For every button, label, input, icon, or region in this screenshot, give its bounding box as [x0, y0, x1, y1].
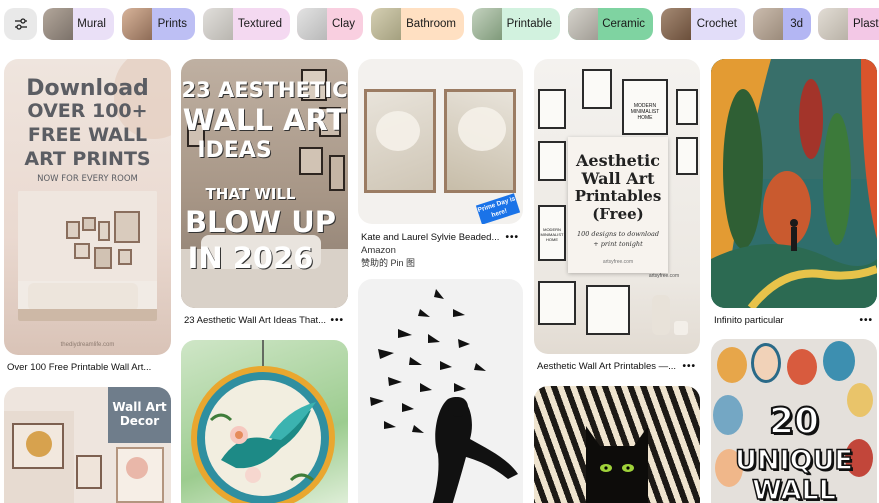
chip-printable[interactable]: Printable [472, 8, 560, 40]
pin-free-wall-art-prints[interactable]: Download OVER 100+ FREE WALL ART PRINTS … [4, 59, 171, 377]
pin-more-options-button[interactable]: ••• [859, 315, 873, 326]
pin-caption: Kate and Laurel Sylvie Beaded... [361, 232, 500, 243]
pin-image[interactable]: 23 AESTHETIC WALL ART IDEAS THAT WILL BL… [181, 59, 348, 308]
chip-thumbnail [122, 8, 152, 40]
chip-textured[interactable]: Textured [203, 8, 290, 40]
chip-mural[interactable]: Mural [43, 8, 114, 40]
room-photo [18, 191, 157, 321]
chip-thumbnail [203, 8, 233, 40]
pin-birds-silhouette[interactable] [358, 279, 523, 503]
pin-image[interactable]: 20 UNIQUE WALL [711, 339, 877, 503]
pin-image[interactable] [534, 386, 700, 503]
poster-title: BLOW UP [184, 205, 337, 239]
pin-image[interactable] [711, 59, 877, 308]
sponsored-label: 赞助的 Pin 图 [361, 258, 416, 268]
pin-caption: Over 100 Free Printable Wall Art... [7, 362, 152, 373]
chip-label: Mural [77, 18, 106, 30]
birds-silhouette-art [370, 289, 518, 503]
pin-kate-and-laurel-ad[interactable]: Prime Day is here! Kate and Laurel Sylvi… [358, 59, 523, 269]
poster-subtitle: 100 designs to download [576, 230, 660, 238]
pin-wall-art-decor[interactable]: Wall Art Decor [4, 387, 171, 503]
chip-plastic[interactable]: Plast [818, 8, 879, 40]
chip-thumbnail [818, 8, 848, 40]
pin-more-options-button[interactable]: ••• [682, 361, 696, 372]
poster-title: WALL [751, 475, 836, 503]
stained-glass-art [191, 340, 335, 503]
chip-thumbnail [568, 8, 598, 40]
pin-image[interactable] [358, 279, 523, 503]
poster-site: artsyfree.com [648, 273, 680, 279]
chip-label: Plast [853, 18, 879, 30]
chip-label: Ceramic [602, 18, 645, 30]
chip-label: Printable [506, 18, 552, 30]
chip-thumbnail [297, 8, 327, 40]
poster-title: Wall Art [112, 400, 167, 414]
poster-subtitle: + print tonight [593, 240, 643, 248]
poster-title: (Free) [592, 205, 644, 223]
chip-prints[interactable]: Prints [122, 8, 195, 40]
chip-thumbnail [472, 8, 502, 40]
prime-day-badge: Prime Day is here! [475, 193, 521, 224]
poster-title: OVER 100+ [27, 100, 148, 122]
pin-caption: Aesthetic Wall Art Printables —... [537, 361, 677, 372]
poster-title: 23 AESTHETIC [181, 78, 348, 102]
poster-footer: thediydreamlife.com [60, 342, 115, 348]
poster-title: IDEAS [197, 138, 272, 163]
pin-image[interactable]: Download OVER 100+ FREE WALL ART PRINTS … [4, 59, 171, 355]
pin-caption: 23 Aesthetic Wall Art Ideas That... [184, 315, 327, 326]
chip-crochet[interactable]: Crochet [661, 8, 745, 40]
chip-clay[interactable]: Clay [297, 8, 363, 40]
poster-title: Wall Art [581, 169, 655, 188]
poster-title: 20 [768, 401, 820, 442]
poster-subtitle: NOW FOR EVERY ROOM [37, 174, 138, 184]
chip-label: Textured [237, 18, 282, 30]
black-cat-art [586, 426, 648, 503]
chip-label: 3d [790, 18, 803, 30]
frame-label: MODERN MINIMALIST HOME [622, 79, 668, 135]
poster-title: Printables [574, 187, 662, 205]
chip-thumbnail [753, 8, 783, 40]
poster-title: Download [26, 76, 149, 101]
chip-3d[interactable]: 3d [753, 8, 811, 40]
poster-title: THAT WILL [205, 185, 296, 203]
landscape-painting [711, 59, 877, 308]
chip-thumbnail [43, 8, 73, 40]
sliders-icon [14, 18, 27, 30]
poster-title: UNIQUE [734, 445, 853, 476]
poster-title: Decor [119, 414, 160, 428]
pin-caption: Infinito particular [714, 315, 784, 326]
pin-more-options-button[interactable]: ••• [505, 232, 519, 243]
poster-title: WALL ART [182, 103, 347, 137]
chip-label: Crochet [696, 18, 737, 30]
chip-thumbnail [371, 8, 401, 40]
filter-settings-button[interactable] [4, 8, 37, 40]
frame-label: MODERN MINIMALIST HOME [538, 205, 566, 261]
chip-bathroom[interactable]: Bathroom [371, 8, 464, 40]
poster-title: IN 2026 [187, 241, 314, 275]
pin-more-options-button[interactable]: ••• [330, 315, 344, 326]
poster-title: ART PRINTS [24, 148, 151, 170]
chip-label: Bathroom [406, 18, 456, 30]
chip-thumbnail [661, 8, 691, 40]
poster-title: FREE WALL [27, 124, 148, 146]
pin-aesthetic-wall-art-printables[interactable]: MODERN MINIMALIST HOME MODERN MINIMALIST… [534, 59, 700, 375]
pin-image[interactable] [181, 340, 348, 503]
pin-infinito-particular[interactable]: Infinito particular ••• [711, 59, 877, 329]
pin-image[interactable]: Wall Art Decor [4, 387, 171, 503]
pin-black-cat-art[interactable] [534, 386, 700, 503]
pin-20-unique-wall-art[interactable]: 20 UNIQUE WALL [711, 339, 877, 503]
chip-ceramic[interactable]: Ceramic [568, 8, 653, 40]
poster-title: Aesthetic [575, 151, 660, 170]
pin-stained-glass-hummingbird[interactable] [181, 340, 348, 503]
pin-image[interactable]: Prime Day is here! [358, 59, 523, 224]
poster-site: artsyfree.com [602, 259, 634, 265]
pin-23-aesthetic-wall-art[interactable]: 23 AESTHETIC WALL ART IDEAS THAT WILL BL… [181, 59, 348, 331]
chip-label: Clay [331, 18, 355, 30]
chip-label: Prints [157, 18, 187, 30]
pin-source[interactable]: Amazon [361, 245, 396, 256]
filter-chip-row: Mural Prints Textured Clay Bathroom Prin… [0, 8, 879, 40]
pin-image[interactable]: MODERN MINIMALIST HOME MODERN MINIMALIST… [534, 59, 700, 354]
